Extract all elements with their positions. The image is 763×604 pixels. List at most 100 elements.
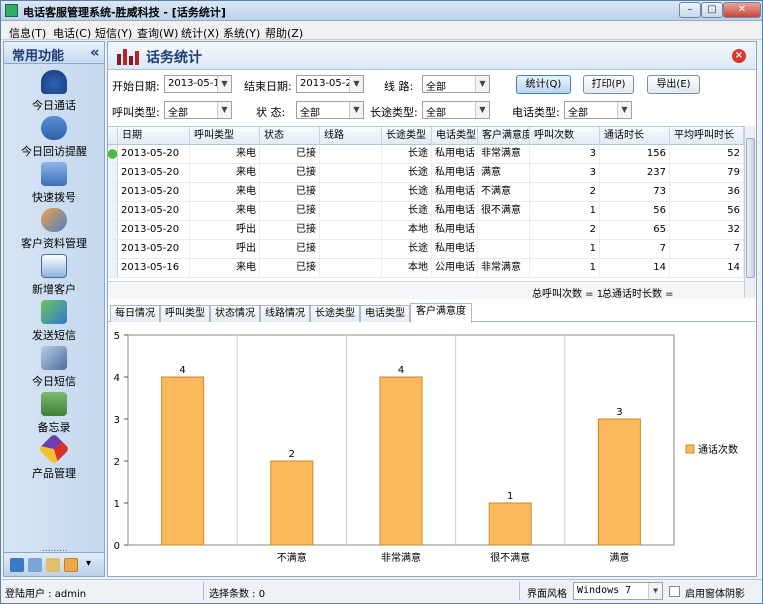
close-button[interactable]: ✕ [723, 2, 761, 18]
menu-info[interactable]: 信息(T) [9, 25, 46, 41]
table-scrollbar[interactable] [744, 126, 756, 298]
menu-system[interactable]: 系统(Y) [223, 25, 260, 41]
table-row[interactable]: 2013-05-20 呼出 已接 本地 私用电话 2 65 32 [108, 221, 744, 240]
table-cell: 长途 [382, 145, 432, 164]
data-label: 4 [179, 365, 185, 376]
line-select[interactable]: 全部 ▼ [422, 75, 490, 93]
menu-help[interactable]: 帮助(Z) [265, 25, 303, 41]
dropdown-arrow-icon[interactable]: ▼ [617, 102, 631, 118]
memo-icon [41, 392, 67, 416]
row-indicator-header [108, 127, 118, 145]
sidebar-item-memo[interactable]: 备忘录 [4, 392, 104, 436]
column-header[interactable]: 客户满意度 [478, 127, 530, 145]
status-select[interactable]: 全部 ▼ [296, 101, 364, 119]
table-cell: 2013-05-20 [118, 240, 190, 259]
menu-stats[interactable]: 统计(X) [181, 25, 219, 41]
end-date-picker[interactable]: 2013-05-20 ▼ [296, 75, 364, 93]
splitter-dots[interactable]: ......... [42, 544, 68, 554]
column-header[interactable]: 电话类型 [432, 127, 478, 145]
phone-type-select[interactable]: 全部 ▼ [564, 101, 632, 119]
sidebar-item-add-customer[interactable]: 新增客户 [4, 254, 104, 298]
collapse-icon[interactable]: « [90, 43, 100, 61]
dropdown-arrow-icon[interactable]: ▼ [475, 102, 489, 118]
sidebar-item-today-calls[interactable]: 今日通话 [4, 70, 104, 114]
column-header[interactable]: 呼叫类型 [190, 127, 260, 145]
tab-long-type[interactable]: 长途类型 [310, 305, 360, 322]
start-date-picker[interactable]: 2013-05-16 ▼ [164, 75, 232, 93]
table-row[interactable]: 2013-05-16 来电 已接 本地 公用电话 非常满意 1 14 14 [108, 259, 744, 278]
print-button[interactable]: 打印(P) [583, 75, 634, 94]
export-button[interactable]: 导出(E) [647, 75, 700, 94]
table-cell: 2 [530, 183, 600, 202]
sidebar-item-label: 快速拨号 [32, 191, 76, 204]
y-tick-label: 4 [114, 373, 120, 384]
stat-button[interactable]: 统计(Q) [516, 75, 571, 94]
sidebar-item-products[interactable]: 产品管理 [4, 433, 104, 482]
style-select[interactable]: Windows 7 ▼ [573, 582, 663, 600]
table-row[interactable]: 2013-05-20 来电 已接 长途 私用电话 满意 3 237 79 [108, 164, 744, 183]
style-label: 界面风格 [527, 589, 567, 600]
dropdown-arrow-icon[interactable]: ▼ [475, 76, 489, 92]
tab-satisfaction[interactable]: 客户满意度 [410, 303, 472, 323]
status-value: 全部 [300, 108, 320, 119]
search-small-icon[interactable] [46, 558, 60, 572]
table-cell: 长途 [382, 164, 432, 183]
long-type-select[interactable]: 全部 ▼ [422, 101, 490, 119]
minimize-button[interactable]: – [679, 2, 701, 18]
call-type-select[interactable]: 全部 ▼ [164, 101, 232, 119]
column-header[interactable]: 通话时长 [600, 127, 670, 145]
scrollbar-thumb[interactable] [746, 138, 755, 278]
dropdown-arrow-icon[interactable]: ▼ [217, 76, 231, 92]
x-tick-label: 非常满意 [381, 551, 421, 564]
tab-call-type[interactable]: 呼叫类型 [160, 305, 210, 322]
table-cell: 已接 [260, 240, 320, 259]
sidebar-item-send-sms[interactable]: 发送短信 [4, 300, 104, 344]
sidebar-item-label: 客户资料管理 [21, 237, 87, 250]
x-tick-label: 很不满意 [490, 551, 530, 564]
home-small-icon[interactable] [64, 558, 78, 572]
column-header[interactable]: 日期 [118, 127, 190, 145]
pen-small-icon[interactable] [28, 558, 42, 572]
dropdown-arrow-icon[interactable]: ▼ [648, 583, 662, 599]
dropdown-arrow-icon[interactable]: ▼ [217, 102, 231, 118]
table-cell: 237 [600, 164, 670, 183]
dropdown-arrow-icon[interactable]: ▼ [349, 102, 363, 118]
phone-type-value: 全部 [568, 108, 588, 119]
table-row[interactable]: 2013-05-20 来电 已接 长途 私用电话 很不满意 1 56 56 [108, 202, 744, 221]
chevron-down-icon[interactable]: ▾ [86, 558, 91, 569]
current-row-icon [108, 145, 118, 163]
tab-status[interactable]: 状态情况 [210, 305, 260, 322]
shadow-checkbox[interactable] [669, 586, 680, 597]
column-header[interactable]: 呼叫次数 [530, 127, 600, 145]
table-row[interactable]: 2013-05-20 呼出 已接 长途 私用电话 1 7 7 [108, 240, 744, 259]
table-row[interactable]: 2013-05-20 来电 已接 长途 私用电话 非常满意 3 156 52 [108, 145, 744, 164]
long-type-value: 全部 [426, 108, 446, 119]
column-header[interactable]: 状态 [260, 127, 320, 145]
total-calls: 总呼叫次数 = 1 [532, 289, 604, 300]
column-header[interactable]: 线路 [320, 127, 382, 145]
sidebar-item-callback-reminder[interactable]: 今日回访提醒 [4, 116, 104, 160]
table-cell: 2013-05-20 [118, 202, 190, 221]
table-row[interactable]: 2013-05-20 来电 已接 长途 私用电话 不满意 2 73 36 [108, 183, 744, 202]
menu-query[interactable]: 查询(W) [137, 25, 178, 41]
table-cell: 已接 [260, 164, 320, 183]
telephone-icon [41, 70, 67, 94]
sidebar-item-speed-dial[interactable]: 快速拨号 [4, 162, 104, 206]
column-header[interactable]: 长途类型 [382, 127, 432, 145]
column-header[interactable]: 平均呼叫时长 [670, 127, 744, 145]
table-cell: 长途 [382, 202, 432, 221]
bar [488, 502, 532, 546]
tab-phone-type[interactable]: 电话类型 [360, 305, 410, 322]
sidebar-item-customers[interactable]: 客户资料管理 [4, 208, 104, 252]
dropdown-arrow-icon[interactable]: ▼ [349, 76, 363, 92]
status-label: 状 态: [256, 106, 286, 119]
menu-phone[interactable]: 电话(C) [53, 25, 91, 41]
maximize-button[interactable]: □ [701, 2, 723, 18]
speed-dial-icon [41, 162, 67, 186]
sidebar-item-today-sms[interactable]: 今日短信 [4, 346, 104, 390]
tab-daily[interactable]: 每日情况 [110, 305, 160, 322]
menu-sms[interactable]: 短信(Y) [95, 25, 132, 41]
close-page-icon[interactable]: × [732, 49, 746, 63]
tab-line[interactable]: 线路情况 [260, 305, 310, 322]
phone-small-icon[interactable] [10, 558, 24, 572]
